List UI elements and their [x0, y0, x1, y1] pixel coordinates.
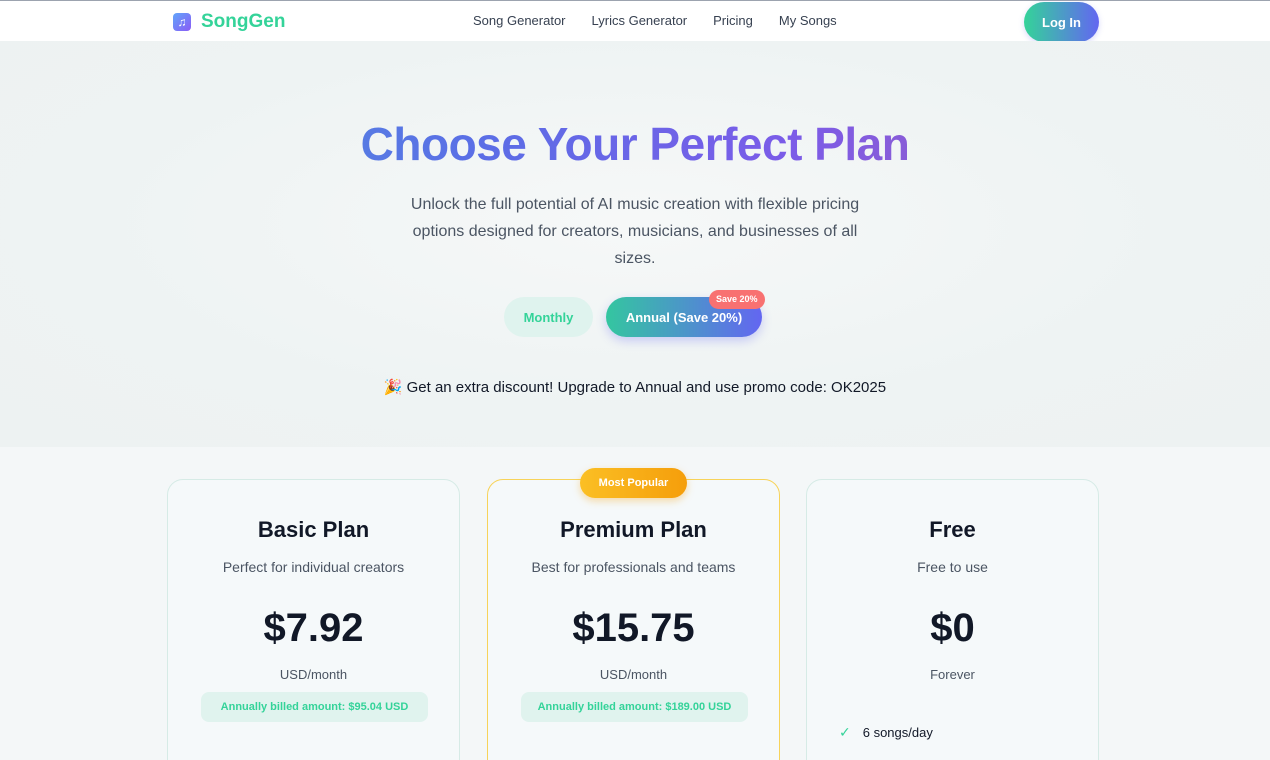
brand-logo[interactable]: ♫ SongGen [173, 11, 285, 33]
plan-price: $15.75 [572, 606, 695, 650]
party-popper-icon: 🎉 [383, 379, 403, 396]
plan-price-unit: Forever [930, 667, 975, 682]
hero-section: Choose Your Perfect Plan Unlock the full… [0, 41, 1270, 447]
billing-toggle-monthly[interactable]: Monthly [504, 297, 593, 337]
plan-card-basic: Basic Plan Perfect for individual creato… [167, 479, 460, 760]
promo-banner: 🎉 Get an extra discount! Upgrade to Annua… [0, 378, 1270, 396]
login-button[interactable]: Log In [1024, 2, 1099, 42]
billed-amount-note: Annually billed amount: $189.00 USD [521, 692, 748, 722]
page-title: Choose Your Perfect Plan [0, 117, 1270, 171]
plan-price: $0 [930, 606, 975, 650]
most-popular-badge: Most Popular [580, 468, 687, 498]
nav-link-my-songs[interactable]: My Songs [779, 13, 837, 28]
music-note-icon: ♫ [173, 13, 191, 31]
hero-subtitle: Unlock the full potential of AI music cr… [410, 196, 860, 267]
plan-feature-item: ✓ 6 songs/day [839, 724, 933, 741]
nav-link-pricing[interactable]: Pricing [713, 13, 753, 28]
save-badge: Save 20% [709, 290, 765, 309]
plan-price-unit: USD/month [599, 667, 668, 682]
top-navbar: ♫ SongGen Song Generator Lyrics Generato… [0, 0, 1270, 42]
plan-title: Basic Plan [257, 517, 370, 542]
nav-link-lyrics-generator[interactable]: Lyrics Generator [592, 13, 688, 28]
plan-title: Free [929, 517, 976, 542]
promo-text: Get an extra discount! Upgrade to Annual… [406, 379, 887, 396]
plan-description: Free to use [917, 559, 988, 575]
plan-price: $7.92 [263, 606, 364, 650]
nav-link-song-generator[interactable]: Song Generator [473, 13, 566, 28]
feature-label: 6 songs/day [862, 725, 933, 740]
nav-links: Song Generator Lyrics Generator Pricing … [473, 13, 837, 28]
plan-description: Perfect for individual creators [222, 559, 405, 575]
plan-card-premium: Premium Plan Best for professionals and … [487, 479, 780, 760]
check-icon: ✓ [839, 724, 851, 740]
plan-title: Premium Plan [560, 517, 707, 542]
plan-card-free: Free Free to use $0 Forever ✓ 6 songs/da… [806, 479, 1099, 760]
plan-price-unit: USD/month [279, 667, 348, 682]
billed-amount-note: Annually billed amount: $95.04 USD [201, 692, 428, 722]
brand-name: SongGen [201, 11, 286, 32]
plan-description: Best for professionals and teams [531, 559, 736, 575]
